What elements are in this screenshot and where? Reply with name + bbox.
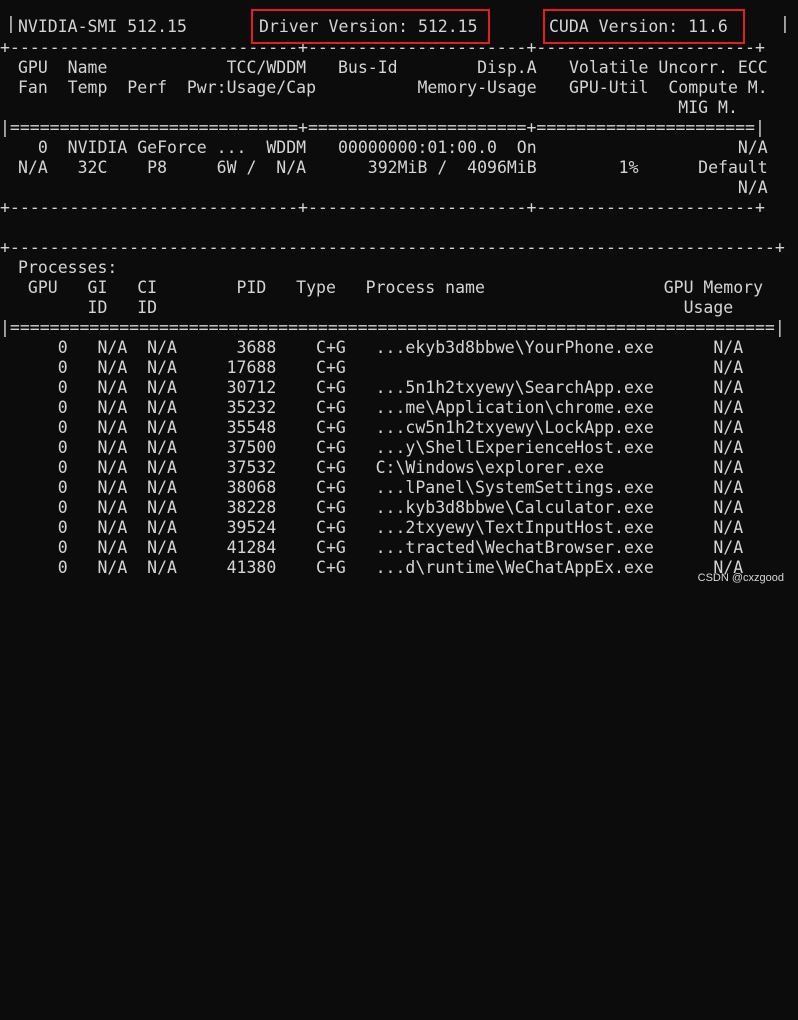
process-row: 0 N/A N/A 41284 C+G ...tracted\WechatBro… bbox=[18, 538, 744, 557]
process-row: 0 N/A N/A 35232 C+G ...me\Application\ch… bbox=[18, 398, 744, 417]
gpu-header-right-2: GPU-Util Compute M. bbox=[569, 78, 768, 97]
process-row: 0 N/A N/A 41380 C+G ...d\runtime\WeChatA… bbox=[18, 558, 744, 577]
gpu-row-right-3: N/A bbox=[569, 178, 768, 197]
smi-version-label: NVIDIA-SMI 512.15 bbox=[18, 17, 187, 36]
gpu-header-right-3: MIG M. bbox=[569, 98, 738, 117]
terminal-output: | NVIDIA-SMI 512.15 Driver Version: 512.… bbox=[0, 0, 798, 596]
smi-header-line: | bbox=[6, 14, 16, 33]
gpu-header-left-2: Fan Temp Perf Pwr:Usage/Cap bbox=[18, 78, 317, 97]
process-row: 0 N/A N/A 17688 C+G N/A bbox=[18, 358, 744, 377]
process-row: 0 N/A N/A 3688 C+G ...ekyb3d8bbwe\YourPh… bbox=[18, 338, 744, 357]
double-separator-line: |=============================+=========… bbox=[0, 118, 765, 137]
watermark: CSDN @cxzgood bbox=[697, 572, 784, 584]
border-pipe: | bbox=[780, 14, 790, 33]
processes-header-1: GPU GI CI PID Type Process name GPU Memo… bbox=[18, 278, 764, 297]
gpu-row-mid-1: 00000000:01:00.0 On bbox=[338, 138, 537, 157]
separator-line: +---------------------------------------… bbox=[0, 238, 785, 257]
driver-version-label: Driver Version: 512.15 bbox=[259, 17, 478, 36]
gpu-header-right-1: Volatile Uncorr. ECC bbox=[569, 58, 768, 77]
gpu-row-left-2: N/A 32C P8 6W / N/A bbox=[18, 158, 307, 177]
processes-header-2: ID ID Usage bbox=[18, 298, 734, 317]
gpu-header-left-1: GPU Name TCC/WDDM bbox=[18, 58, 307, 77]
process-row: 0 N/A N/A 30712 C+G ...5n1h2txyewy\Searc… bbox=[18, 378, 744, 397]
process-row: 0 N/A N/A 38228 C+G ...kyb3d8bbwe\Calcul… bbox=[18, 498, 744, 517]
process-row: 0 N/A N/A 37500 C+G ...y\ShellExperience… bbox=[18, 438, 744, 457]
double-separator-line: |=======================================… bbox=[0, 318, 785, 337]
separator-line: +-----------------------------+---------… bbox=[0, 198, 765, 217]
process-row: 0 N/A N/A 37532 C+G C:\Windows\explorer.… bbox=[18, 458, 744, 477]
gpu-row-right-1: N/A bbox=[569, 138, 768, 157]
gpu-row-mid-2: 392MiB / 4096MiB bbox=[338, 158, 537, 177]
gpu-header-mid-1: Bus-Id Disp.A bbox=[338, 58, 537, 77]
separator-line: +-----------------------------+---------… bbox=[0, 38, 765, 57]
processes-title: Processes: bbox=[18, 258, 118, 277]
process-row: 0 N/A N/A 38068 C+G ...lPanel\SystemSett… bbox=[18, 478, 744, 497]
process-row: 0 N/A N/A 35548 C+G ...cw5n1h2txyewy\Loc… bbox=[18, 418, 744, 437]
process-row: 0 N/A N/A 39524 C+G ...2txyewy\TextInput… bbox=[18, 518, 744, 537]
gpu-row-left-1: 0 NVIDIA GeForce ... WDDM bbox=[18, 138, 307, 157]
cuda-version-label: CUDA Version: 11.6 bbox=[549, 17, 728, 36]
gpu-header-mid-2: Memory-Usage bbox=[338, 78, 537, 97]
gpu-row-right-2: 1% Default bbox=[569, 158, 768, 177]
